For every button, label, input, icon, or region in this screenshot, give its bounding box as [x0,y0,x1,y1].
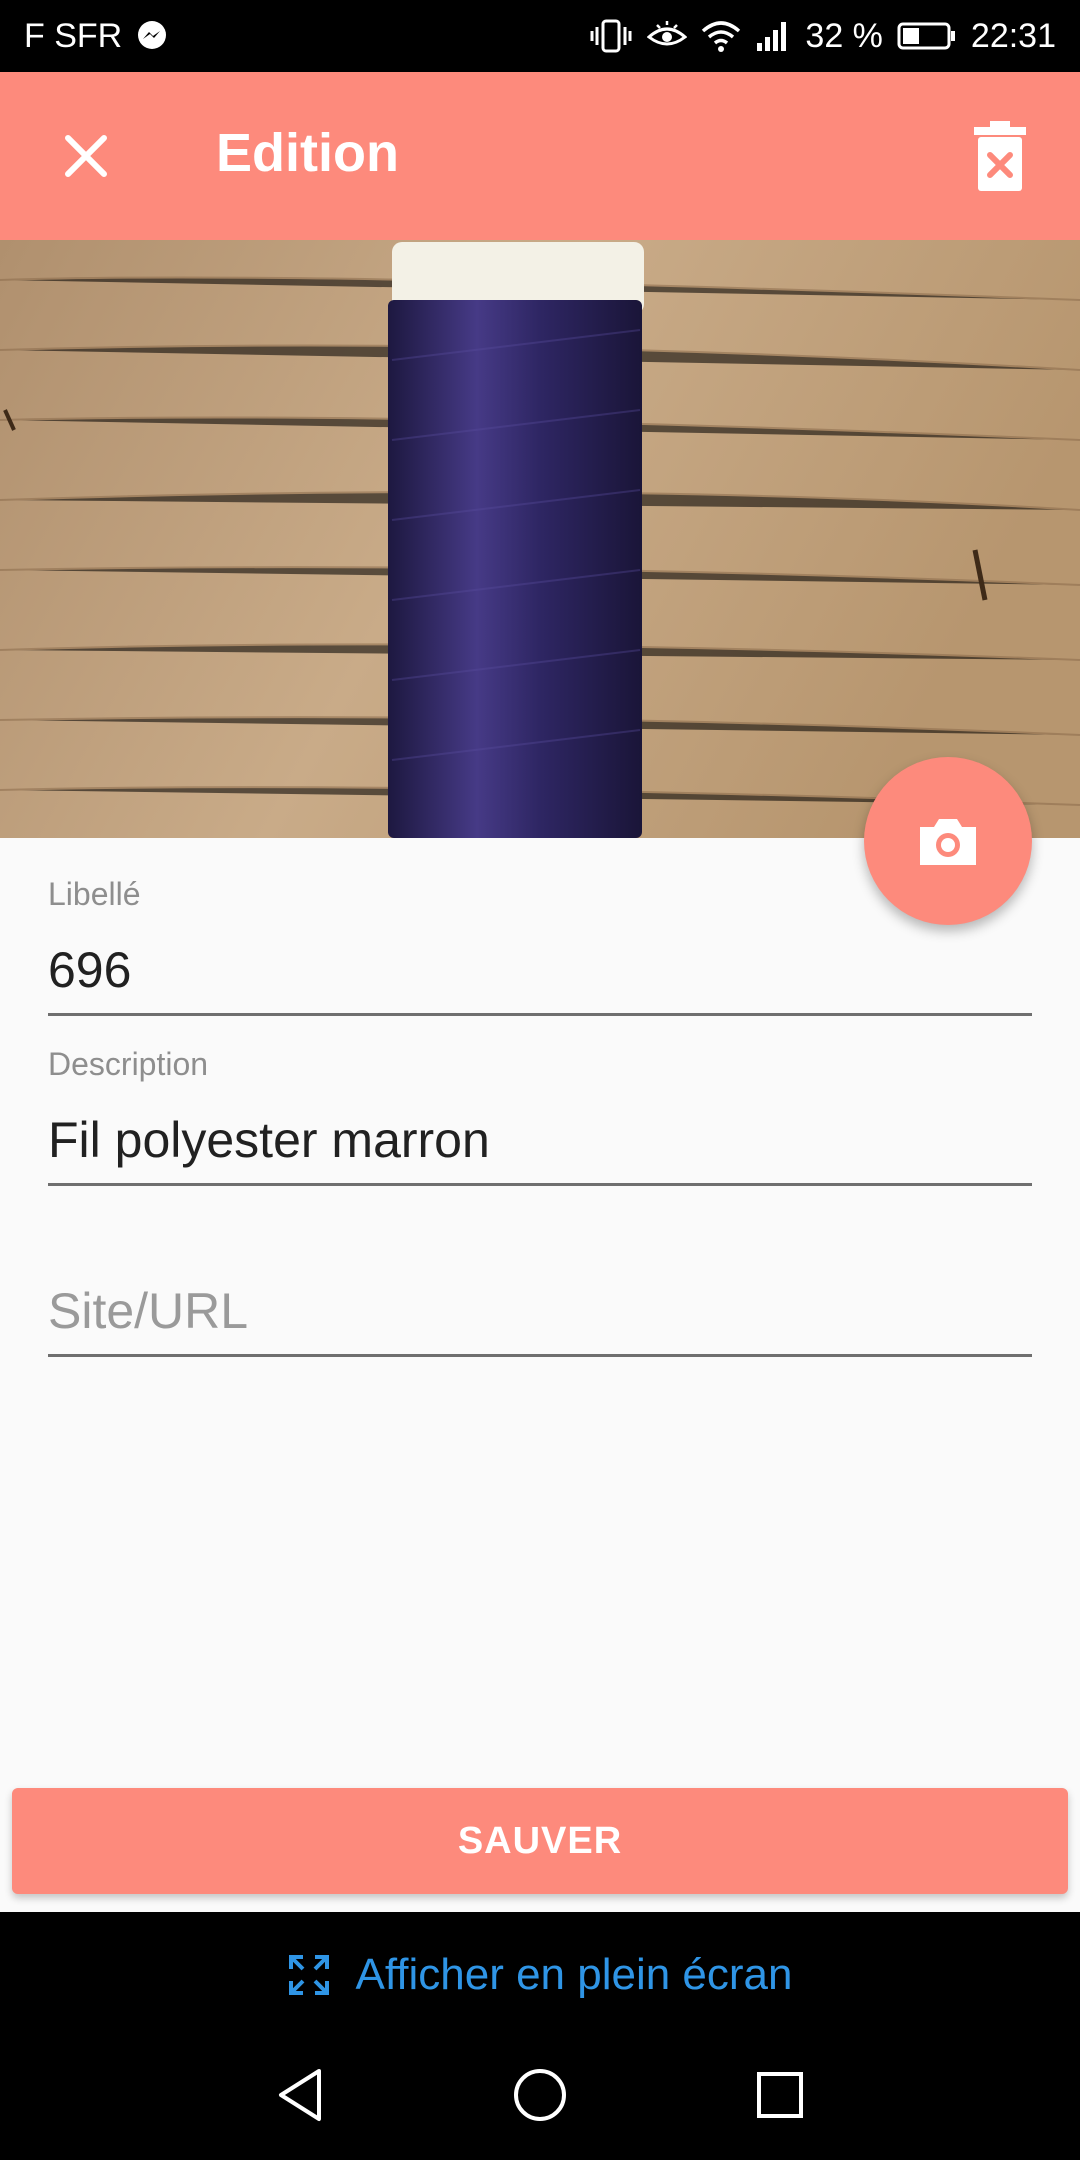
delete-icon [974,121,1026,191]
messenger-icon [136,20,168,52]
description-input[interactable] [48,1111,1032,1186]
fullscreen-label: Afficher en plein écran [355,1950,793,1999]
photo-illustration [0,240,1080,838]
battery-percent: 32 % [805,16,883,55]
close-icon [65,135,107,177]
vibrate-icon [589,19,633,53]
libelle-input[interactable] [48,941,1032,1016]
status-bar-left: F SFR [24,17,168,56]
site-field [48,1282,1032,1357]
battery-icon [897,21,957,51]
system-nav-bar [0,2040,1080,2150]
back-icon [279,2069,321,2121]
eye-comfort-icon [647,19,688,53]
signal-icon [755,19,791,53]
status-bar: F SFR 32 % 22:31 [0,0,1080,72]
recents-button[interactable] [740,2055,820,2135]
spool-photo [0,240,1080,838]
description-field: Description [48,1046,1032,1186]
fullscreen-link[interactable]: Afficher en plein écran [0,1940,1080,2010]
save-button[interactable]: SAUVER [12,1788,1068,1894]
home-button[interactable] [500,2055,580,2135]
page-title: Edition [216,123,399,183]
recents-icon [757,2072,803,2118]
camera-icon [920,819,976,865]
status-bar-right: 32 % 22:31 [589,17,1056,56]
close-button[interactable] [50,116,122,196]
app-bar: Edition [0,72,1080,240]
wifi-icon [701,19,741,53]
back-button[interactable] [260,2055,340,2135]
description-label: Description [48,1046,209,1082]
expand-icon [289,1955,330,1995]
home-icon [514,2069,566,2121]
libelle-label: Libellé [48,876,141,912]
clock: 22:31 [970,16,1056,55]
site-url-input[interactable] [48,1282,1032,1357]
carrier-label: F SFR [24,16,123,55]
delete-button[interactable] [960,116,1040,196]
libelle-field: Libellé [48,876,1032,1016]
